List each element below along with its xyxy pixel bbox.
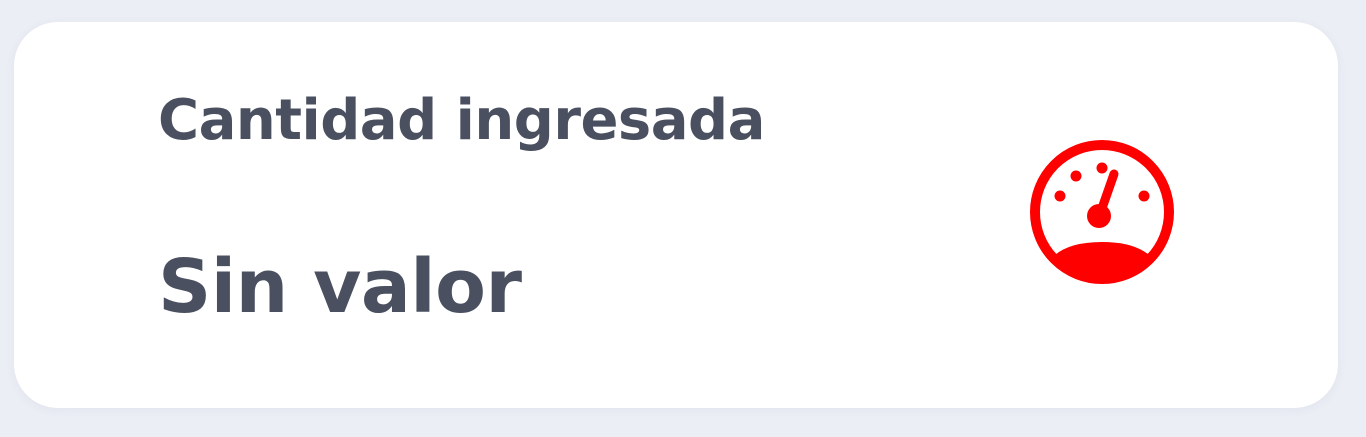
stat-card: Cantidad ingresada Sin valor xyxy=(14,22,1338,408)
speedometer-icon xyxy=(1026,136,1178,288)
stat-card-value: Sin valor xyxy=(158,244,522,330)
stat-card-label: Cantidad ingresada xyxy=(158,88,765,153)
